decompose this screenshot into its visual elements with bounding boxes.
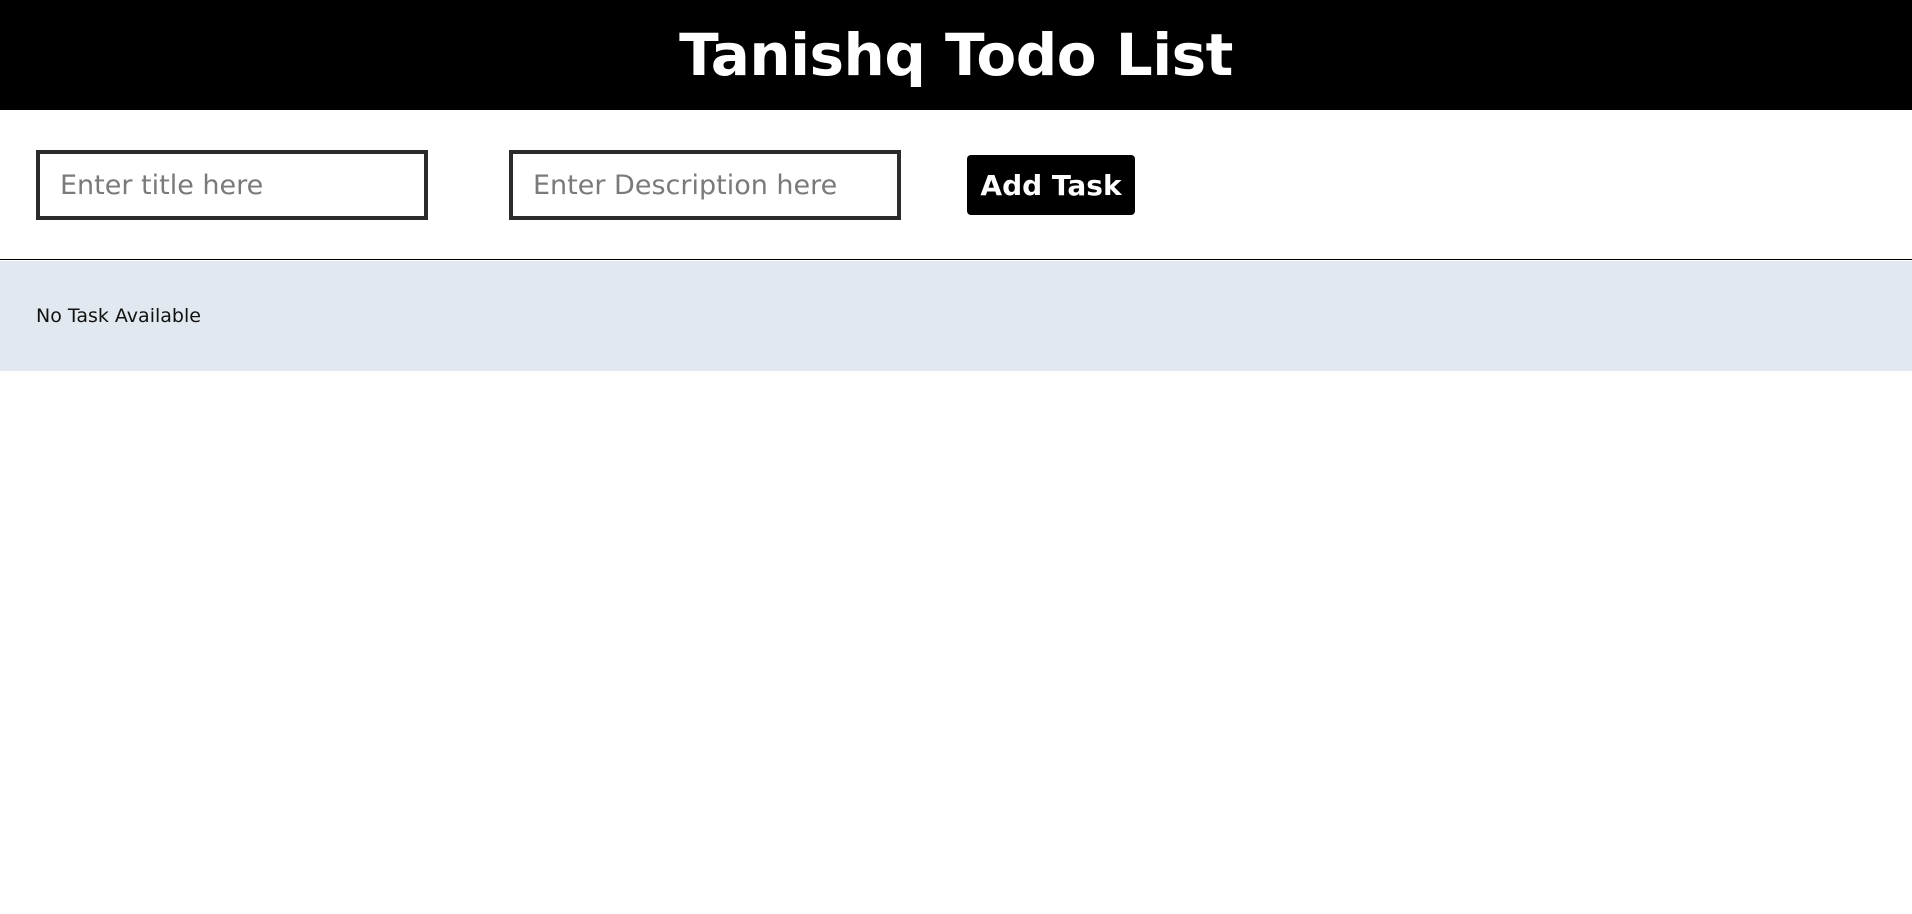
description-input[interactable] (509, 150, 901, 220)
app-header: Tanishq Todo List (0, 0, 1912, 110)
task-list: No Task Available (0, 261, 1912, 371)
title-input[interactable] (36, 150, 428, 220)
page-title: Tanishq Todo List (679, 21, 1233, 89)
empty-task-message: No Task Available (36, 305, 201, 327)
add-task-button[interactable]: Add Task (967, 155, 1135, 215)
add-task-form: Add Task (0, 110, 1912, 260)
